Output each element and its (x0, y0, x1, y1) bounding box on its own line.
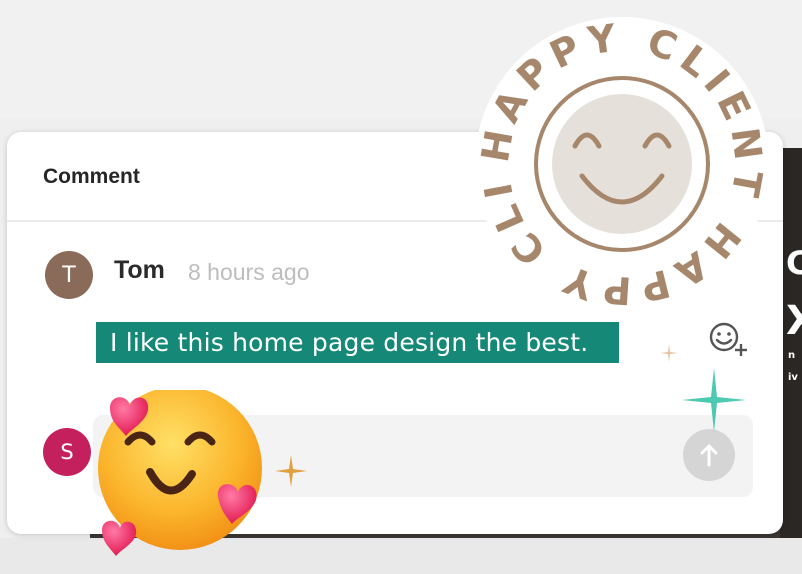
send-arrow-icon (700, 444, 718, 467)
happy-client-badge: HAPPY CLIENT HAPPY CLIENT (474, 16, 769, 312)
comment-text: I like this home page design the best. (96, 322, 619, 363)
heart-icon (102, 520, 137, 556)
card-title: Comment (43, 165, 140, 188)
avatar[interactable]: T (45, 251, 93, 299)
comment-timestamp: 8 hours ago (188, 259, 310, 285)
sparkle-icon (275, 455, 307, 487)
comment-author[interactable]: Tom (114, 256, 165, 285)
smiling-face-with-hearts-icon (98, 390, 262, 556)
add-emoji-icon[interactable] (707, 320, 751, 358)
send-button[interactable] (683, 429, 735, 481)
current-user-avatar: S (43, 428, 91, 476)
sparkle-icon (660, 344, 678, 362)
sparkle-icon (682, 368, 746, 432)
